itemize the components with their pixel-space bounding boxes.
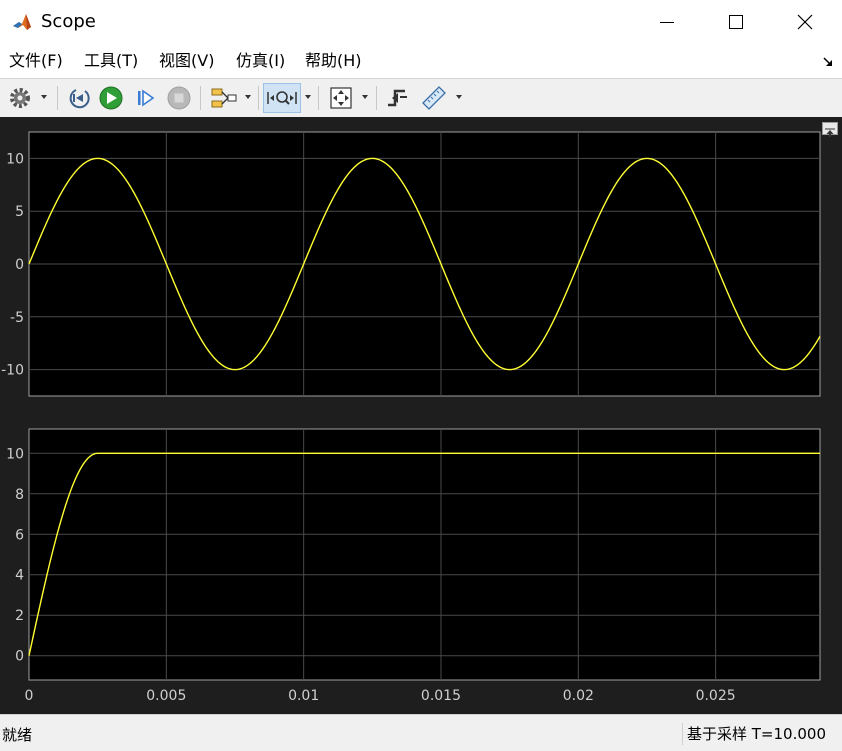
stop-button[interactable] [164, 83, 194, 113]
status-text: 就绪 [2, 726, 33, 744]
y-tick-label: 10 [6, 151, 24, 167]
x-tick-label: 0 [25, 688, 34, 704]
signal-selector-button[interactable] [206, 83, 240, 113]
autoscale-dropdown-icon[interactable] [362, 95, 368, 99]
x-tick-label: 0.015 [421, 688, 461, 704]
y-tick-label: 2 [15, 608, 24, 624]
triggers-button[interactable] [383, 83, 413, 113]
autoscale-icon [330, 87, 352, 109]
settings-icon [10, 88, 30, 108]
scope-plots: 10 5 0 -5 -10 10 8 6 4 2 0 0 0.005 0.01 0.015 0.02 0.025 [1, 131, 821, 704]
menu-file[interactable]: 文件(F) [9, 51, 63, 71]
undock-button[interactable] [822, 122, 838, 137]
y-tick-label: 5 [15, 204, 24, 220]
x-tick-label: 0.01 [288, 688, 319, 704]
autoscale-button[interactable] [326, 83, 356, 113]
toolbar-separator [318, 86, 319, 110]
zoom-dropdown-icon[interactable] [305, 95, 311, 99]
close-icon [797, 14, 813, 30]
settings-dropdown-icon[interactable] [41, 95, 47, 99]
toolbar-separator [258, 86, 259, 110]
minimize-icon [660, 22, 674, 23]
status-bar: 就绪 基于采样 T=10.000 [0, 714, 842, 751]
zoom-time-icon [267, 91, 297, 105]
zoom-time-button[interactable] [263, 83, 301, 113]
toolbar [0, 78, 842, 118]
measurements-dropdown-icon[interactable] [456, 95, 462, 99]
x-tick-label: 0.005 [146, 688, 186, 704]
window-title: Scope [41, 11, 96, 32]
step-back-icon [69, 89, 90, 109]
triggers-icon [388, 89, 407, 107]
step-forward-icon [138, 89, 155, 107]
menu-tools[interactable]: 工具(T) [84, 51, 138, 71]
undock-icon [825, 128, 835, 137]
y-tick-label: 8 [15, 487, 24, 503]
y-tick-label: 0 [15, 649, 24, 665]
y-tick-label: -5 [10, 310, 24, 326]
maximize-icon [729, 15, 743, 29]
menu-bar: 文件(F) 工具(T) 视图(V) 仿真(I) 帮助(H) [0, 44, 842, 78]
y-tick-label: 0 [15, 257, 24, 273]
maximize-button[interactable] [713, 0, 759, 44]
step-forward-button[interactable] [130, 83, 160, 113]
scope-display: 10 5 0 -5 -10 10 8 6 4 2 0 0 0.005 0.01 0.015 0.02 0.025 [0, 117, 842, 714]
toolbar-separator [200, 86, 201, 110]
step-back-button[interactable] [64, 83, 94, 113]
sample-time-text: 基于采样 T=10.000 [682, 723, 830, 745]
y-tick-label: 10 [6, 446, 24, 462]
run-button[interactable] [96, 83, 126, 113]
y-tick-label: -10 [1, 363, 24, 379]
matlab-logo-icon [12, 11, 34, 33]
toolbar-separator [57, 86, 58, 110]
close-button[interactable] [782, 0, 828, 44]
y-tick-label: 4 [15, 568, 24, 584]
run-icon [99, 86, 123, 110]
plot-axes-2 [28, 428, 821, 681]
menu-simulation[interactable]: 仿真(I) [236, 51, 285, 71]
x-tick-label: 0.02 [563, 688, 594, 704]
y-tick-label: 6 [15, 527, 24, 543]
title-bar: Scope [0, 0, 842, 44]
signal-selector-icon [211, 88, 237, 108]
settings-button[interactable] [6, 83, 34, 113]
toolbar-separator [376, 86, 377, 110]
minimize-button[interactable] [644, 0, 690, 44]
measurements-icon [422, 86, 446, 110]
stop-icon [167, 86, 191, 110]
menu-view[interactable]: 视图(V) [159, 51, 214, 71]
menu-help[interactable]: 帮助(H) [305, 51, 362, 71]
signal-selector-dropdown-icon[interactable] [245, 95, 251, 99]
dock-arrow-icon[interactable] [822, 56, 834, 68]
x-tick-label: 0.025 [696, 688, 736, 704]
measurements-button[interactable] [419, 83, 449, 113]
